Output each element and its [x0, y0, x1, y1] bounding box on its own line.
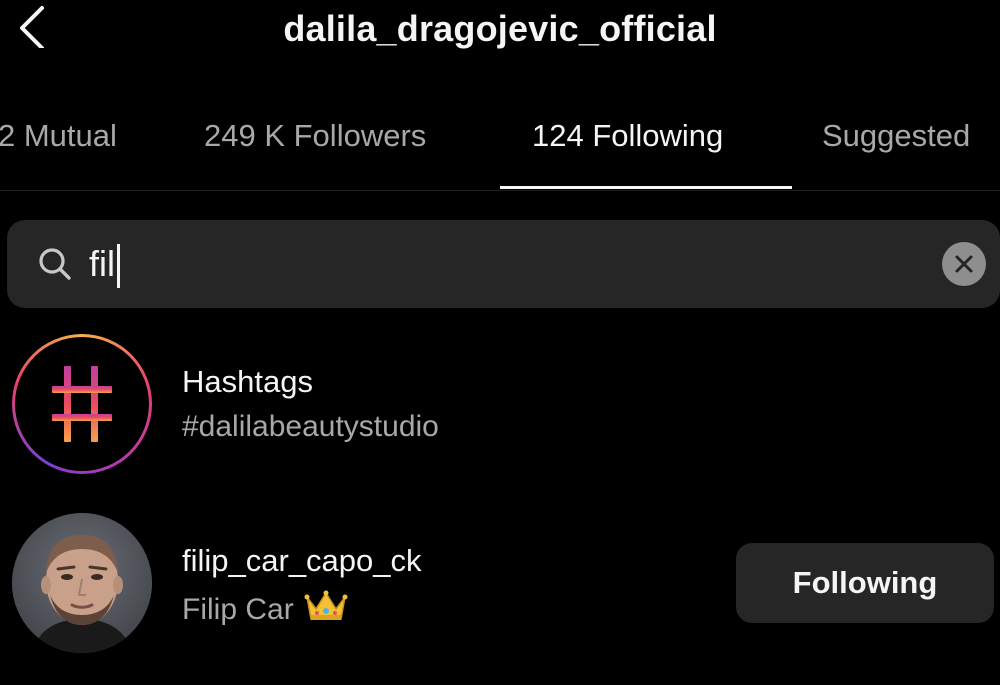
clear-search-button[interactable] [942, 242, 986, 286]
full-name: Filip Car [182, 593, 294, 626]
search-bar [7, 220, 1000, 308]
hashtag-avatar [12, 334, 152, 474]
list-item-subtitle: #dalilabeautystudio [182, 410, 439, 443]
username: filip_car_capo_ck [182, 543, 422, 578]
tab-suggested[interactable]: Suggested [822, 118, 970, 154]
header: dalila_dragojevic_official [0, 0, 1000, 70]
text-caret [117, 244, 120, 288]
avatar[interactable] [12, 513, 152, 653]
page-title: dalila_dragojevic_official [283, 8, 717, 49]
tab-bar: 2 Mutual 249 K Followers 124 Following S… [0, 100, 1000, 191]
list-item-title: Hashtags [182, 364, 313, 399]
tab-followers[interactable]: 249 K Followers [204, 118, 426, 154]
hashtag-icon [52, 366, 112, 442]
tab-mutual[interactable]: 2 Mutual [0, 118, 117, 154]
clear-icon [955, 255, 973, 273]
full-name-row: Filip Car [182, 589, 348, 631]
search-input[interactable] [89, 236, 909, 292]
search-icon [39, 248, 71, 280]
list-item-user[interactable]: filip_car_capo_ck Filip Car Following [0, 513, 1000, 653]
crown-icon [304, 589, 348, 631]
list-item-hashtags[interactable]: Hashtags #dalilabeautystudio [0, 334, 1000, 474]
following-button[interactable]: Following [736, 543, 994, 623]
active-tab-indicator [500, 186, 792, 189]
tab-following[interactable]: 124 Following [532, 118, 723, 154]
